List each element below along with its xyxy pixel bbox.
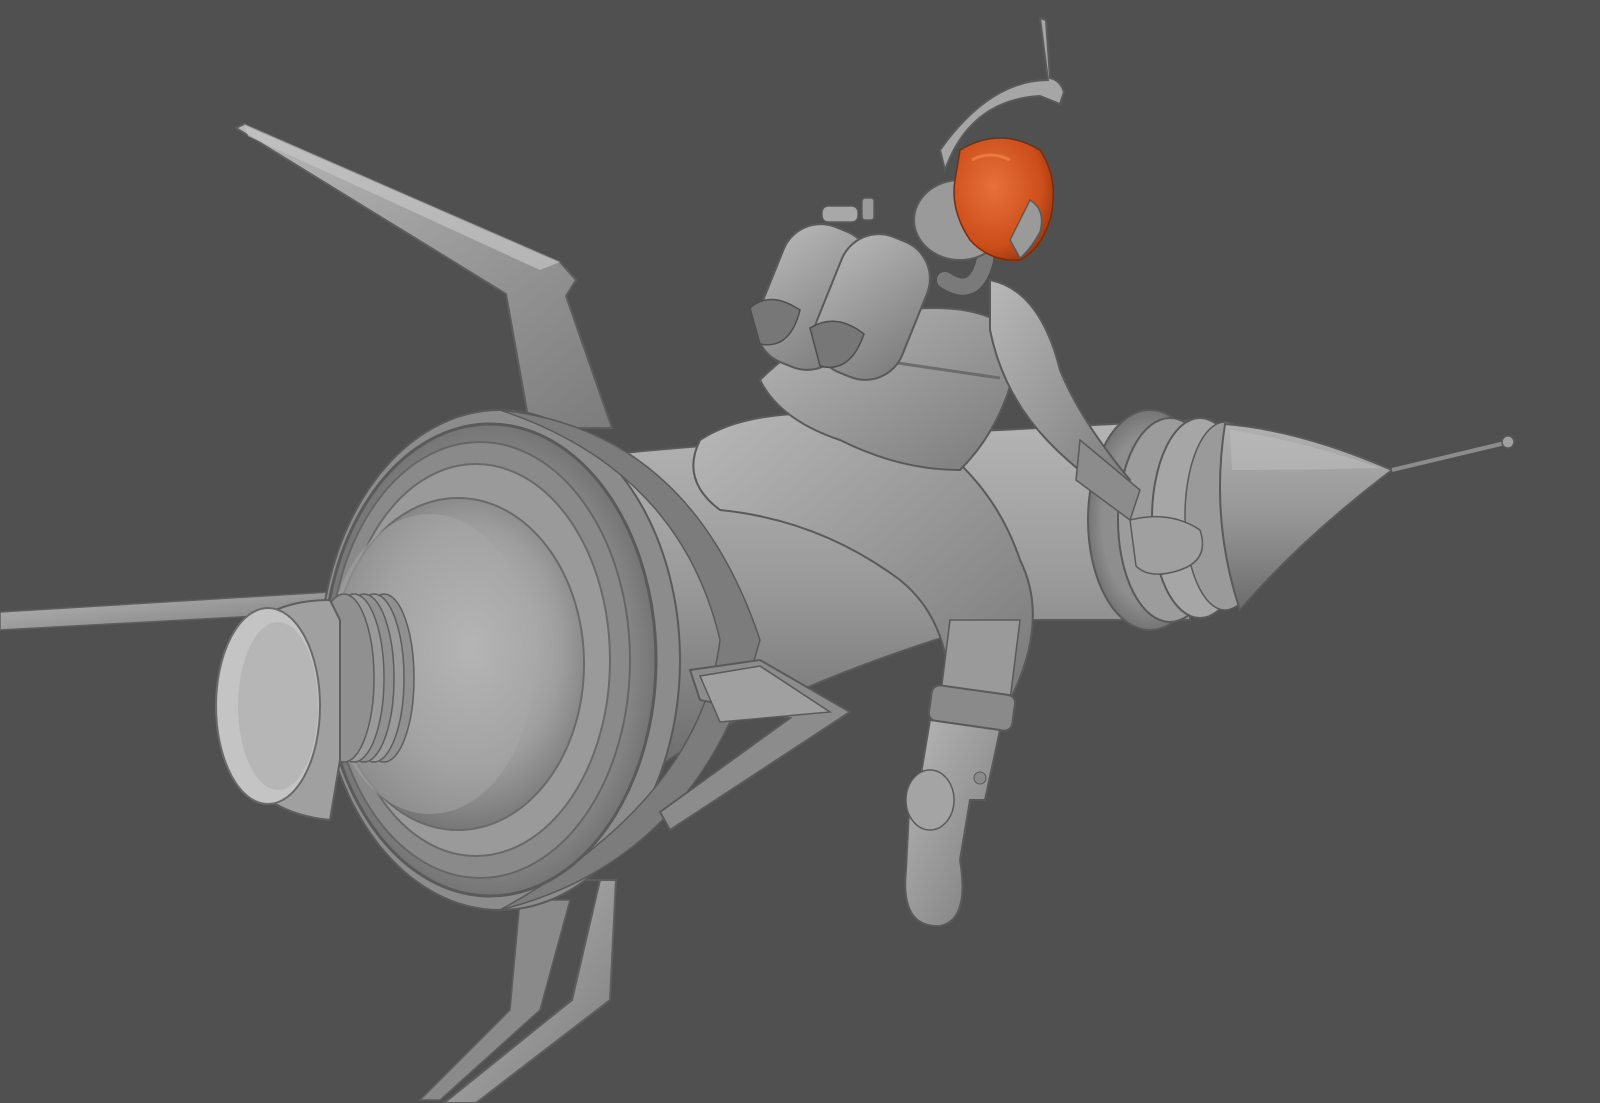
sculpt-render xyxy=(0,16,1515,1103)
top-fin xyxy=(233,122,614,429)
bottom-fin xyxy=(418,879,618,1103)
nozzle xyxy=(215,598,341,822)
nose-cone xyxy=(1219,422,1515,612)
sculpt-viewport xyxy=(0,0,1600,1103)
